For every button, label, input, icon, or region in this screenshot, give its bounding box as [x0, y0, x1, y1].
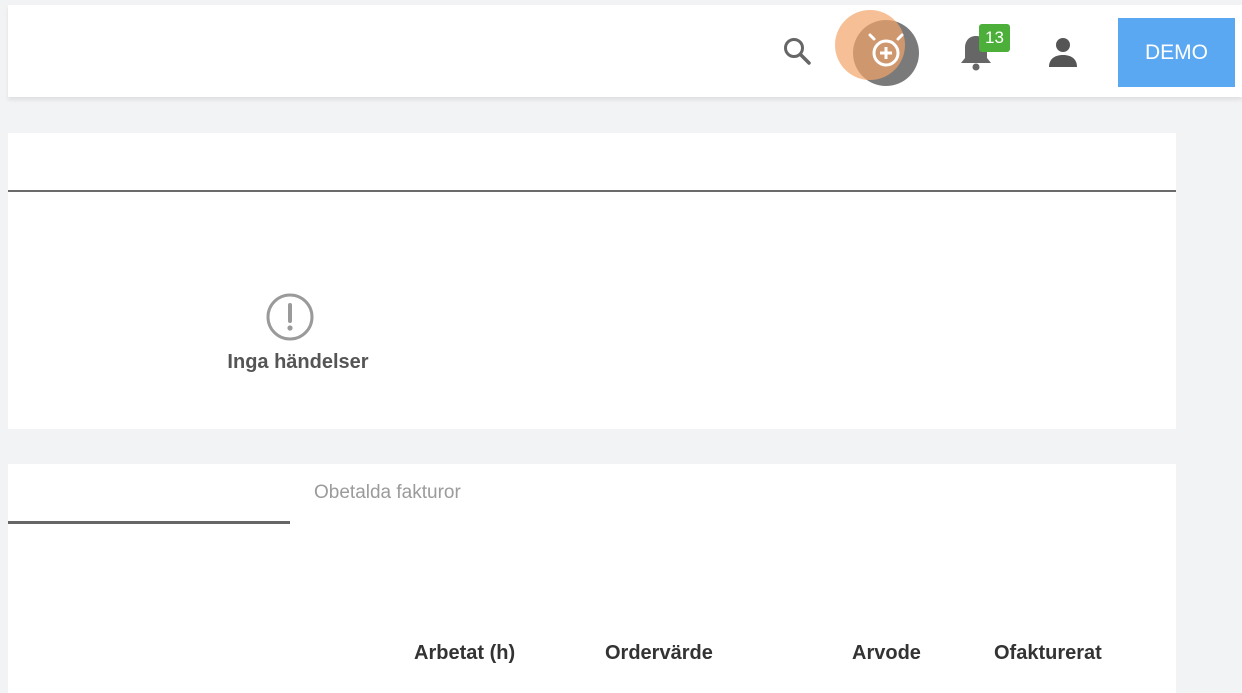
- search-icon[interactable]: [778, 32, 818, 72]
- demo-button[interactable]: DEMO: [1118, 18, 1235, 87]
- exclamation-circle-icon: [266, 293, 314, 341]
- user-icon[interactable]: [1044, 34, 1082, 70]
- column-header-ofakturerat[interactable]: Ofakturerat: [994, 642, 1102, 665]
- card-divider: [8, 190, 1176, 192]
- tab-active-indicator[interactable]: [8, 521, 290, 524]
- empty-state-text: Inga händelser: [227, 351, 369, 373]
- events-card: Inga händelser: [8, 133, 1176, 429]
- invoices-table-card: Obetalda fakturor Arbetat (h) Ordervärde…: [8, 464, 1176, 693]
- column-header-ordervarde[interactable]: Ordervärde: [605, 642, 713, 665]
- tab-obetalda-fakturor[interactable]: Obetalda fakturor: [314, 482, 461, 504]
- column-header-arvode[interactable]: Arvode: [852, 642, 921, 665]
- alarm-add-icon[interactable]: [832, 7, 924, 91]
- notification-count-badge: 13: [979, 24, 1010, 52]
- column-header-arbetat[interactable]: Arbetat (h): [414, 642, 515, 665]
